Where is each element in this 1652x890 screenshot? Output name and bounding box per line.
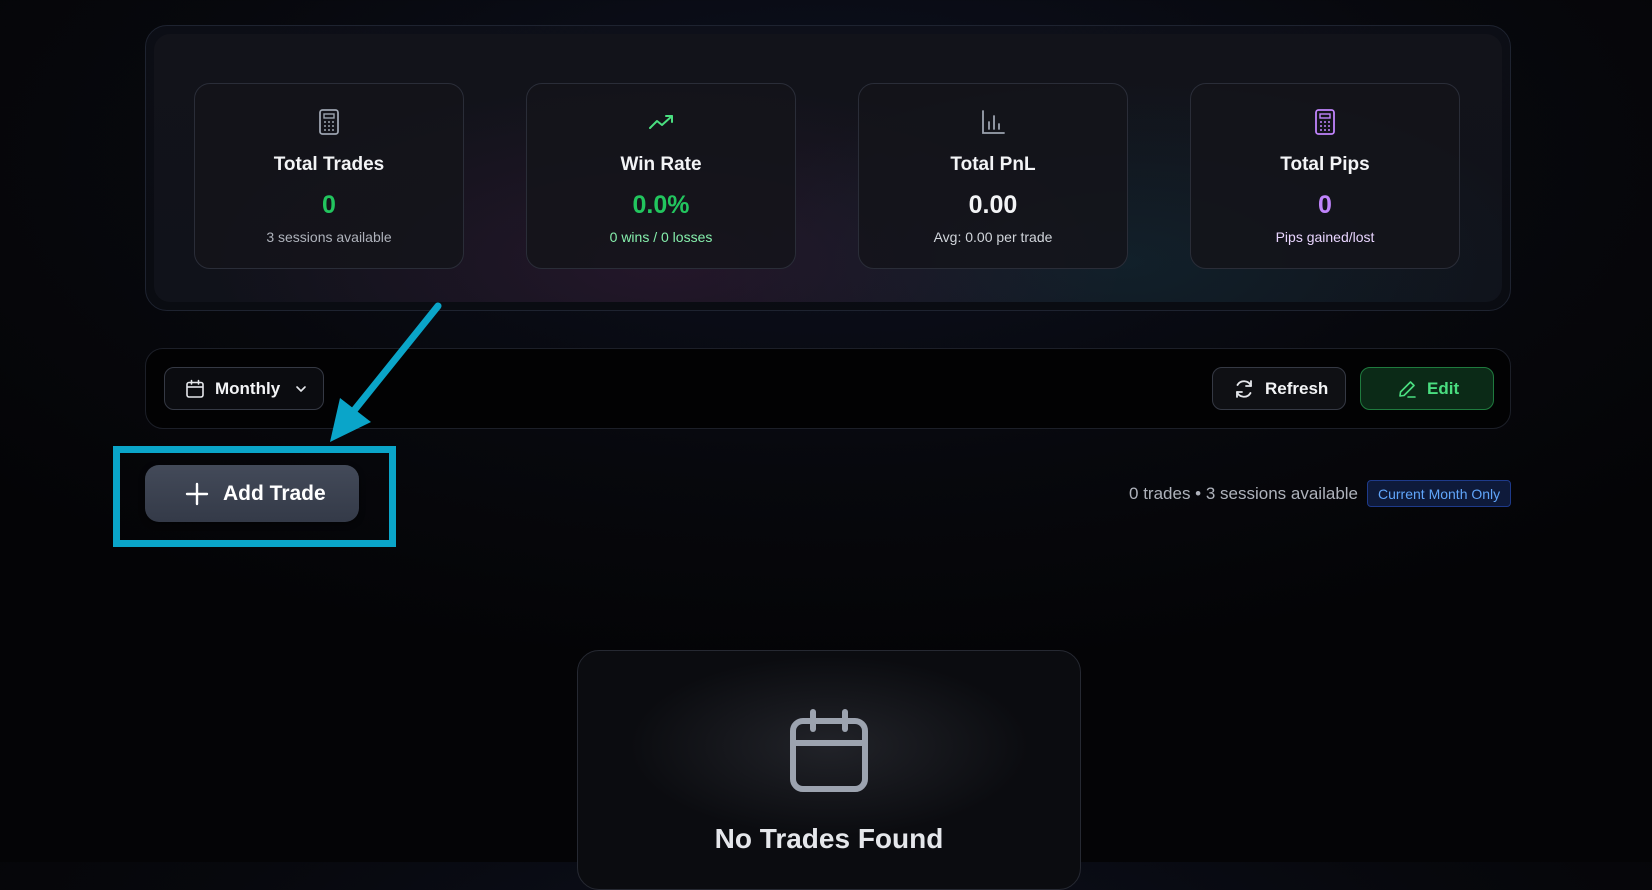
stat-title: Total PnL xyxy=(950,154,1036,175)
current-month-badge: Current Month Only xyxy=(1367,480,1512,507)
stats-panel: Total Trades 0 3 sessions available Win … xyxy=(145,25,1511,311)
stat-subtitle: Avg: 0.00 per trade xyxy=(933,229,1053,245)
stat-card-total-pips: Total Pips 0 Pips gained/lost xyxy=(1190,83,1460,269)
stat-title: Total Trades xyxy=(273,154,385,175)
calculator-icon xyxy=(195,108,463,136)
refresh-button-label: Refresh xyxy=(1265,378,1329,398)
trades-summary: 0 trades • 3 sessions available xyxy=(1129,484,1358,503)
calculator-icon xyxy=(1191,108,1459,136)
edit-button[interactable]: Edit xyxy=(1360,367,1494,410)
stat-card-total-pnl: Total PnL 0.00 Avg: 0.00 per trade xyxy=(858,83,1128,269)
stat-card-win-rate: Win Rate 0.0% 0 wins / 0 losses xyxy=(526,83,796,269)
stat-value: 0.00 xyxy=(968,191,1018,219)
stat-subtitle: Pips gained/lost xyxy=(1275,229,1375,245)
stat-value: 0.0% xyxy=(632,191,690,219)
add-trade-button[interactable]: Add Trade xyxy=(145,465,359,522)
add-trade-label: Add Trade xyxy=(223,481,326,505)
bar-chart-icon xyxy=(859,108,1127,136)
calendar-icon xyxy=(790,709,868,792)
refresh-button[interactable]: Refresh xyxy=(1212,367,1346,410)
pencil-icon xyxy=(1397,379,1417,399)
stat-subtitle: 3 sessions available xyxy=(266,229,392,245)
trending-up-icon xyxy=(527,108,795,136)
toolbar: Monthly Refresh Edit xyxy=(145,348,1511,429)
stat-value: 0 xyxy=(1318,191,1332,219)
stat-title: Win Rate xyxy=(620,154,702,175)
calendar-icon xyxy=(185,379,205,399)
edit-button-label: Edit xyxy=(1427,378,1460,398)
stat-card-total-trades: Total Trades 0 3 sessions available xyxy=(194,83,464,269)
stat-title: Total Pips xyxy=(1280,154,1370,175)
empty-state-card: No Trades Found xyxy=(577,650,1081,890)
stat-subtitle: 0 wins / 0 losses xyxy=(609,229,713,245)
stat-value: 0 xyxy=(322,191,336,219)
empty-state-title: No Trades Found xyxy=(714,823,944,854)
plus-icon xyxy=(185,482,209,506)
chevron-down-icon xyxy=(294,382,308,396)
refresh-icon xyxy=(1233,378,1255,400)
period-select[interactable]: Monthly xyxy=(164,367,324,410)
period-select-label: Monthly xyxy=(215,378,281,398)
